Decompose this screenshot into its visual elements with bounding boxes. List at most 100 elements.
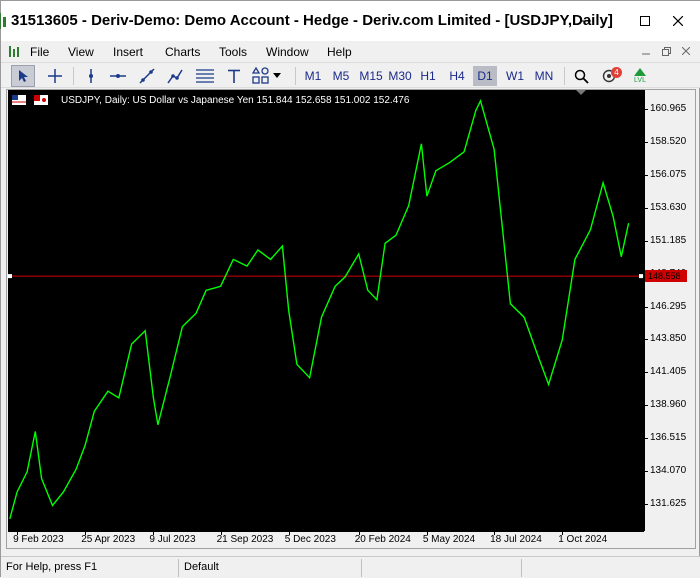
channel-icon bbox=[167, 69, 183, 84]
minimize-icon bbox=[581, 20, 591, 22]
price-tick bbox=[645, 339, 648, 341]
menu-charts[interactable]: Charts bbox=[165, 45, 200, 59]
search-icon bbox=[574, 69, 589, 84]
close-button[interactable] bbox=[655, 1, 700, 41]
fibonacci-tool-button[interactable] bbox=[193, 65, 217, 87]
vertical-line-icon bbox=[89, 69, 93, 83]
text-icon bbox=[228, 69, 240, 83]
price-tick bbox=[645, 503, 648, 505]
time-tick-label: 9 Jul 2023 bbox=[149, 534, 196, 545]
price-tick-label: 134.070 bbox=[650, 464, 687, 476]
price-tick bbox=[645, 405, 648, 407]
time-tick-label: 20 Feb 2024 bbox=[354, 534, 411, 545]
app-icon bbox=[0, 13, 6, 29]
menu-help[interactable]: Help bbox=[327, 45, 352, 59]
menu-bar: File View Insert Charts Tools Window Hel… bbox=[1, 41, 700, 62]
time-tick-label: 5 May 2024 bbox=[422, 534, 476, 545]
price-tick-label: 160.965 bbox=[650, 103, 687, 115]
status-separator bbox=[521, 559, 522, 577]
timeframe-mn-button[interactable]: MN bbox=[531, 66, 557, 86]
menu-insert[interactable]: Insert bbox=[113, 45, 143, 59]
price-tick-label: 143.850 bbox=[650, 333, 687, 345]
timeframe-m15-button[interactable]: M15 bbox=[357, 66, 385, 86]
trendline-tool-button[interactable] bbox=[135, 65, 159, 87]
notifications-button[interactable]: 4 bbox=[598, 65, 624, 87]
price-series-line bbox=[9, 98, 630, 520]
close-icon bbox=[673, 16, 683, 26]
time-tick-label: 1 Oct 2024 bbox=[558, 534, 608, 545]
mdi-close-button[interactable] bbox=[677, 43, 695, 59]
search-button[interactable] bbox=[570, 65, 592, 87]
status-bar: For Help, press F1 Default bbox=[1, 556, 700, 578]
toolbar-separator bbox=[295, 67, 296, 85]
price-chart bbox=[8, 98, 644, 520]
time-tick-label: 18 Jul 2024 bbox=[490, 534, 542, 545]
price-tick bbox=[645, 240, 648, 242]
shapes-tool-button[interactable] bbox=[249, 65, 283, 87]
timeframe-h1-button[interactable]: H1 bbox=[416, 66, 440, 86]
horizontal-line-icon bbox=[110, 74, 126, 78]
current-price-tag: 148.558 bbox=[645, 270, 687, 283]
timeframe-h4-button[interactable]: H4 bbox=[445, 66, 469, 86]
chart-canvas[interactable]: USDJPY, Daily: US Dollar vs Japanese Yen… bbox=[8, 90, 644, 531]
price-tick bbox=[645, 142, 648, 144]
channel-tool-button[interactable] bbox=[163, 65, 187, 87]
timeframe-d1-button[interactable]: D1 bbox=[473, 66, 497, 86]
timeframe-w1-button[interactable]: W1 bbox=[503, 66, 527, 86]
title-bar: 31513605 - Deriv-Demo: Demo Account - He… bbox=[0, 1, 700, 41]
chevron-down-icon bbox=[272, 73, 281, 78]
mdi-restore-button[interactable] bbox=[657, 43, 675, 59]
price-line-handle[interactable] bbox=[639, 274, 643, 279]
window-title: 31513605 - Deriv-Demo: Demo Account - He… bbox=[11, 12, 613, 29]
price-tick bbox=[645, 175, 648, 177]
cursor-icon bbox=[19, 70, 28, 82]
maximize-icon bbox=[640, 16, 650, 26]
price-tick-label: 131.625 bbox=[650, 497, 687, 509]
price-tick-label: 136.515 bbox=[650, 432, 687, 444]
time-tick-label: 5 Dec 2023 bbox=[284, 534, 336, 545]
notification-badge: 4 bbox=[611, 67, 622, 78]
price-scale[interactable]: 160.965158.520156.075153.630151.185148.7… bbox=[644, 90, 695, 531]
status-separator bbox=[361, 559, 362, 577]
time-tick-label: 25 Apr 2023 bbox=[81, 534, 136, 545]
price-line-handle[interactable] bbox=[8, 274, 12, 279]
time-tick-label: 9 Feb 2023 bbox=[13, 534, 64, 545]
menu-view[interactable]: View bbox=[68, 45, 94, 59]
price-tick-label: 151.185 bbox=[650, 234, 687, 246]
time-tick-label: 21 Sep 2023 bbox=[216, 534, 274, 545]
text-tool-button[interactable] bbox=[222, 65, 246, 87]
mdi-minimize-button[interactable] bbox=[637, 43, 655, 59]
menu-file[interactable]: File bbox=[30, 45, 49, 59]
signal-arrow-icon bbox=[634, 67, 646, 76]
toolbar-separator bbox=[564, 67, 565, 85]
menu-window[interactable]: Window bbox=[266, 45, 309, 59]
menu-tools[interactable]: Tools bbox=[219, 45, 247, 59]
price-tick-label: 141.405 bbox=[650, 366, 687, 378]
timeframe-m30-button[interactable]: M30 bbox=[386, 66, 414, 86]
lvl-label: LVL bbox=[634, 76, 646, 84]
chart-window-icon bbox=[9, 46, 19, 57]
timeframe-m1-button[interactable]: M1 bbox=[301, 66, 325, 86]
status-help-text: For Help, press F1 bbox=[6, 561, 98, 573]
vertical-line-tool-button[interactable] bbox=[79, 65, 103, 87]
minimize-icon bbox=[642, 53, 650, 55]
price-tick-label: 146.295 bbox=[650, 300, 687, 312]
crosshair-tool-button[interactable] bbox=[43, 65, 67, 87]
time-scale[interactable]: 9 Feb 2023 25 Apr 2023 9 Jul 2023 21 Sep 20… bbox=[8, 531, 644, 548]
price-tick-label: 156.075 bbox=[650, 169, 687, 181]
mdi-controls bbox=[637, 43, 695, 59]
price-tick-label: 153.630 bbox=[650, 201, 687, 213]
horizontal-line-tool-button[interactable] bbox=[106, 65, 130, 87]
price-tick bbox=[645, 438, 648, 440]
minimize-button[interactable] bbox=[563, 1, 609, 41]
timeframe-m5-button[interactable]: M5 bbox=[329, 66, 353, 86]
status-separator bbox=[178, 559, 179, 577]
price-tick bbox=[645, 470, 648, 472]
terminal-window: 31513605 - Deriv-Demo: Demo Account - He… bbox=[0, 0, 700, 578]
toolbar-separator bbox=[73, 67, 74, 85]
signals-button[interactable]: LVL bbox=[627, 65, 653, 87]
cursor-tool-button[interactable] bbox=[11, 65, 35, 87]
shapes-icon bbox=[251, 67, 269, 84]
status-profile: Default bbox=[184, 561, 219, 573]
fibonacci-icon bbox=[196, 69, 214, 83]
